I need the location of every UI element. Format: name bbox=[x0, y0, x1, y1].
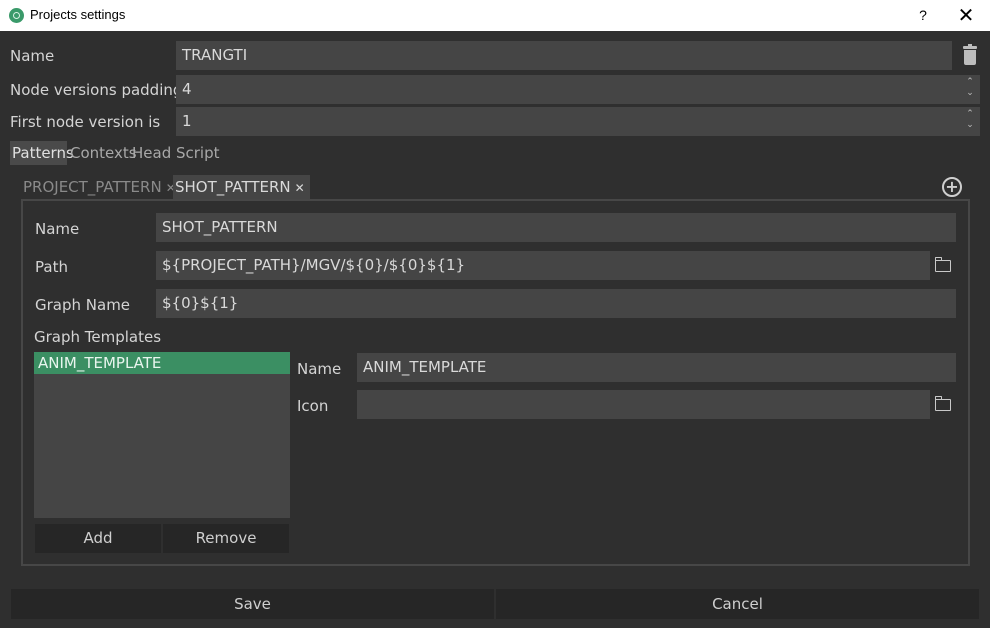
pattern-tab-shot[interactable]: SHOT_PATTERN ✕ bbox=[173, 175, 310, 199]
pattern-tab-project[interactable]: PROJECT_PATTERN ✕ bbox=[21, 175, 176, 199]
window-title: Projects settings bbox=[30, 7, 126, 22]
add-circle-icon[interactable]: + bbox=[942, 177, 962, 197]
pattern-name-label: Name bbox=[35, 220, 80, 238]
help-button[interactable]: ? bbox=[913, 4, 933, 26]
remove-template-button[interactable]: Remove bbox=[163, 524, 289, 553]
app-icon bbox=[9, 8, 24, 23]
cancel-button[interactable]: Cancel bbox=[496, 589, 979, 619]
add-template-button[interactable]: Add bbox=[35, 524, 161, 553]
template-list[interactable]: ANIM_TEMPLATE bbox=[34, 352, 290, 518]
project-name-input[interactable]: TRANGTI bbox=[176, 41, 952, 70]
template-name-input[interactable]: ANIM_TEMPLATE bbox=[357, 353, 956, 382]
tab-patterns[interactable]: Patterns bbox=[10, 141, 74, 165]
pattern-name-input[interactable]: SHOT_PATTERN bbox=[156, 213, 956, 242]
path-label: Path bbox=[35, 258, 68, 276]
close-icon[interactable]: ✕ bbox=[955, 4, 977, 26]
folder-icon[interactable] bbox=[935, 257, 951, 272]
save-button[interactable]: Save bbox=[11, 589, 494, 619]
tab-contexts[interactable]: Contexts bbox=[70, 141, 137, 165]
path-input[interactable]: ${PROJECT_PATH}/MGV/${0}/${0}${1} bbox=[156, 251, 930, 280]
folder-icon[interactable] bbox=[935, 396, 951, 411]
padding-spinbox[interactable]: 4 bbox=[176, 75, 980, 104]
graph-name-label: Graph Name bbox=[35, 296, 131, 314]
list-item[interactable]: ANIM_TEMPLATE bbox=[34, 352, 290, 374]
spin-arrows-icon[interactable]: ⌃ ⌄ bbox=[963, 109, 977, 135]
graph-templates-label: Graph Templates bbox=[34, 328, 162, 346]
trash-icon[interactable] bbox=[963, 44, 977, 65]
first-version-label: First node version is bbox=[10, 113, 161, 131]
icon-label: Icon bbox=[297, 397, 329, 415]
name-label: Name bbox=[10, 47, 55, 65]
icon-input[interactable] bbox=[357, 390, 930, 419]
close-icon[interactable]: ✕ bbox=[295, 181, 305, 195]
tab-head-script[interactable]: Head Script bbox=[132, 141, 220, 165]
padding-label: Node versions padding bbox=[10, 81, 183, 99]
first-version-spinbox[interactable]: 1 bbox=[176, 107, 980, 136]
graph-name-input[interactable]: ${0}${1} bbox=[156, 289, 956, 318]
spin-arrows-icon[interactable]: ⌃ ⌄ bbox=[963, 77, 977, 103]
title-bar: Projects settings ? ✕ bbox=[0, 0, 990, 31]
template-name-label: Name bbox=[297, 360, 342, 378]
